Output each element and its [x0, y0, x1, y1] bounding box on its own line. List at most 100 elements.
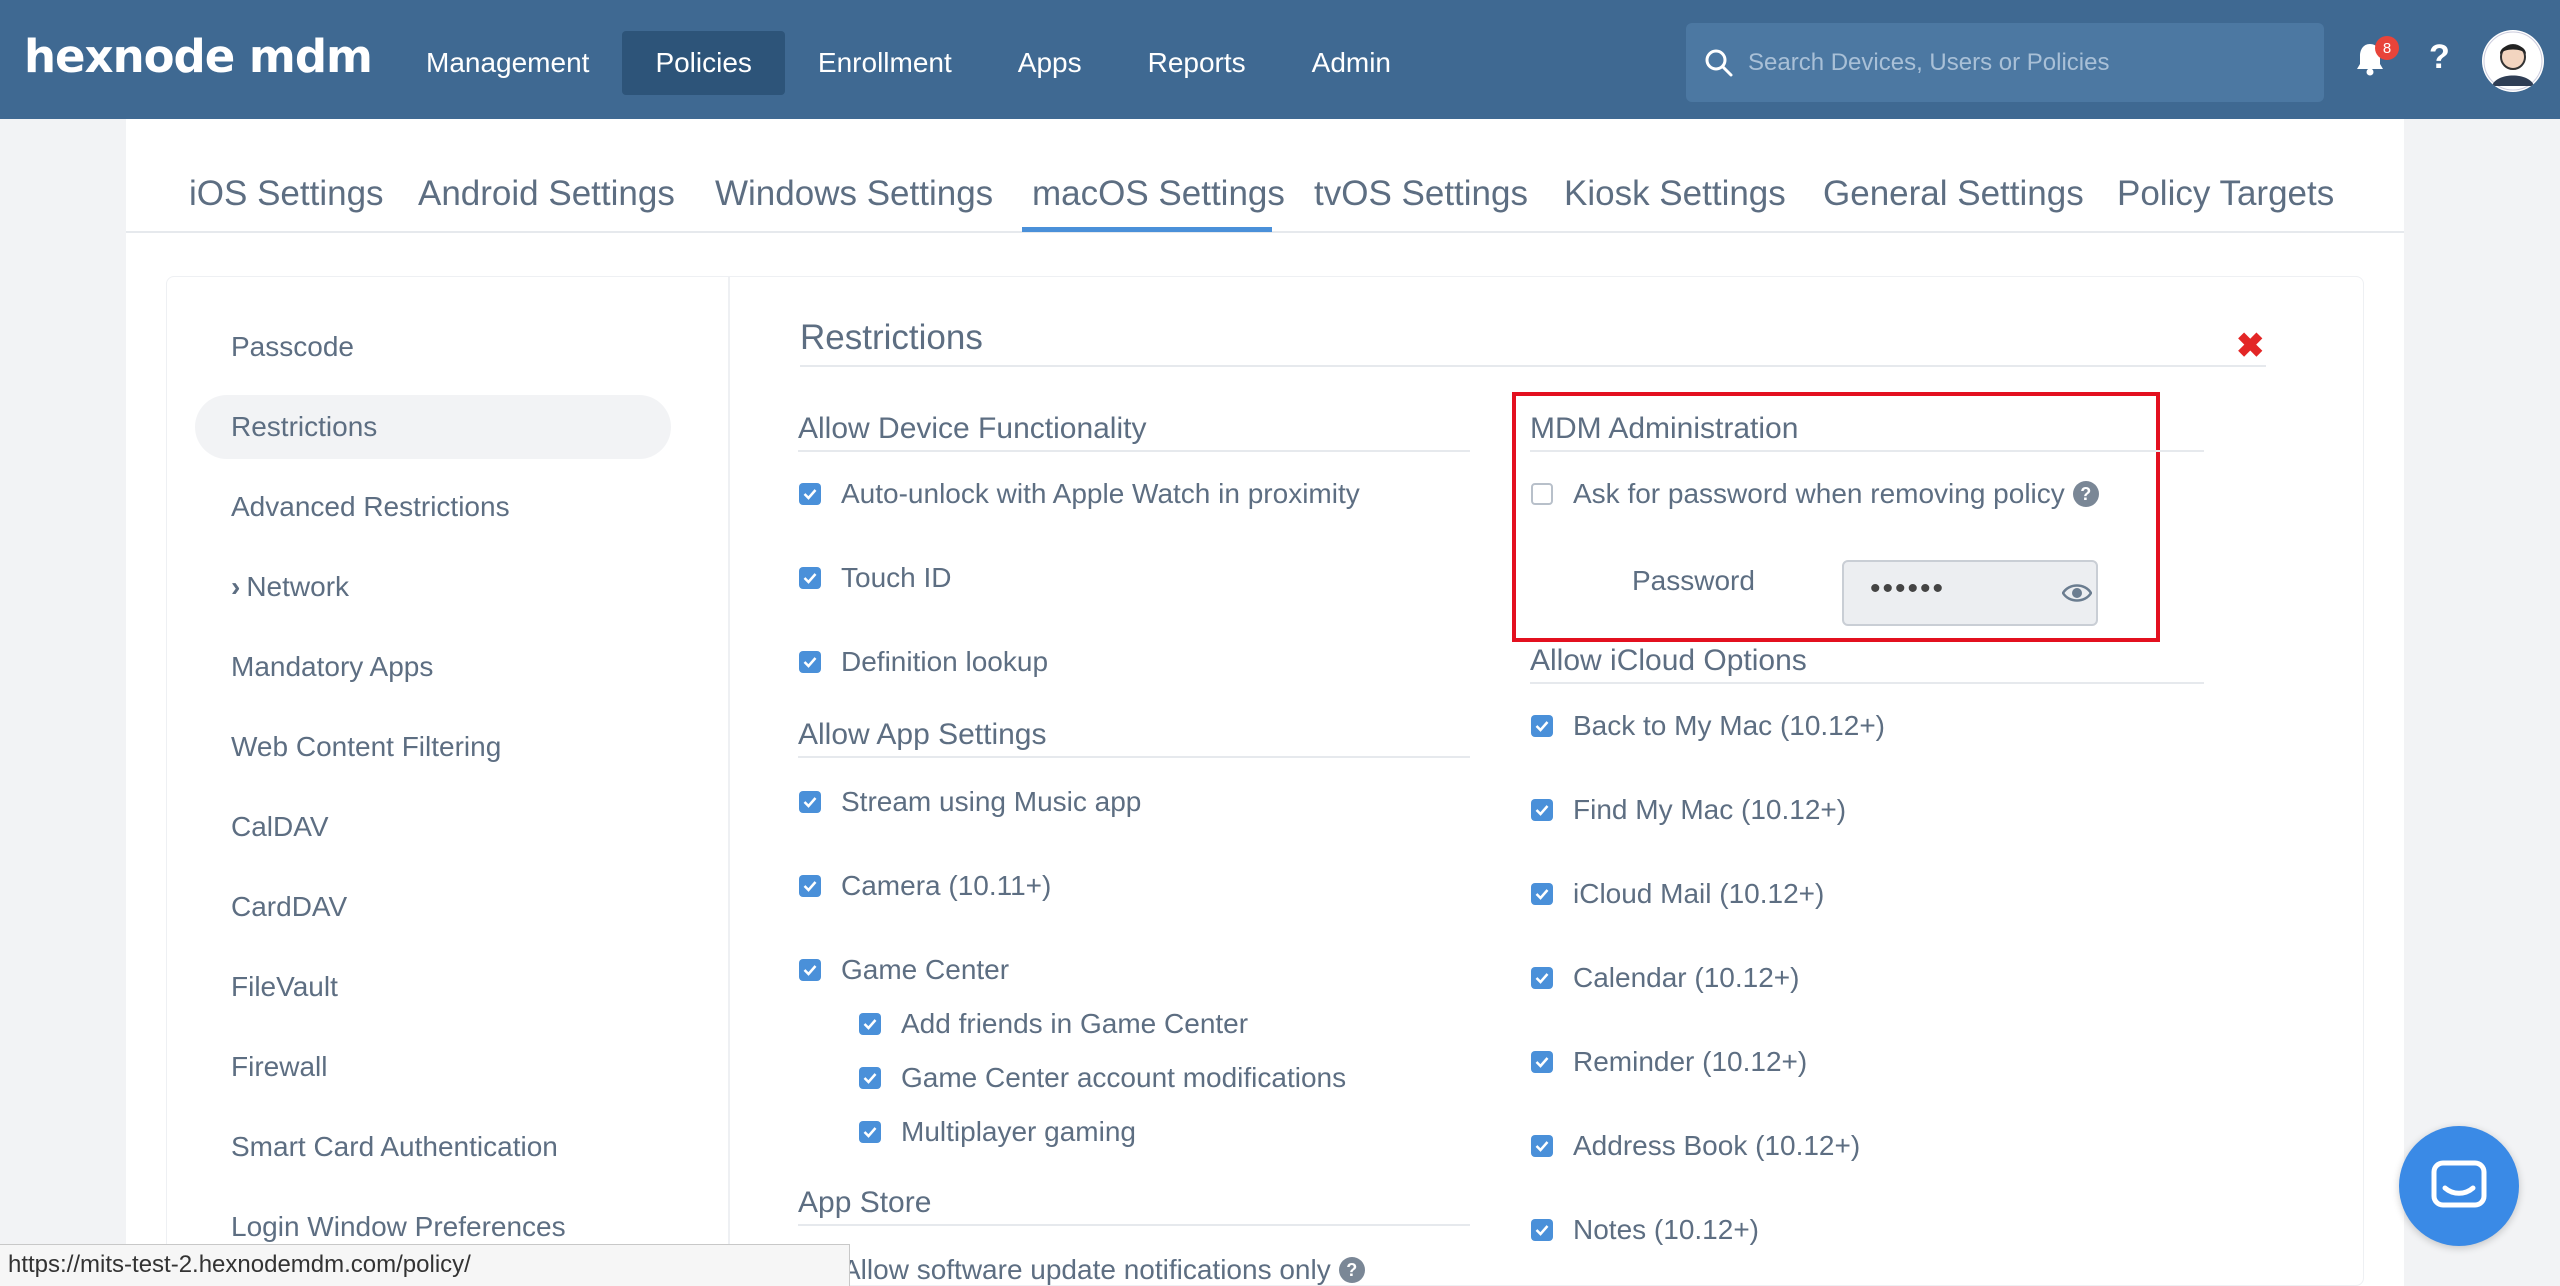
option-label: iCloud Mail (10.12+) [1573, 878, 1825, 909]
tab-tvos-settings[interactable]: tvOS Settings [1314, 174, 1528, 214]
section-device-functionality: Allow Device Functionality [798, 412, 1147, 445]
option-label: Game Center [841, 954, 1010, 985]
tab-windows-settings[interactable]: Windows Settings [715, 174, 993, 214]
option-stream-music[interactable]: Stream using Music app [799, 786, 1141, 818]
option-find-my-mac[interactable]: Find My Mac (10.12+) [1531, 794, 1846, 826]
option-ask-password-removing-policy[interactable]: Ask for password when removing policy? [1531, 478, 2099, 510]
nav-apps[interactable]: Apps [985, 31, 1115, 95]
section-divider [798, 450, 1470, 452]
chat-icon [2431, 1160, 2487, 1208]
close-icon[interactable]: ✖ [2236, 326, 2265, 366]
option-game-center-account-modifications[interactable]: Game Center account modifications [859, 1062, 1346, 1094]
checkbox-checked[interactable] [859, 1121, 881, 1143]
help-icon[interactable]: ? [1338, 1257, 1365, 1283]
chat-button[interactable] [2399, 1126, 2519, 1246]
help-icon[interactable]: ? [2072, 481, 2099, 507]
checkbox-checked[interactable] [799, 875, 821, 897]
search-box [1686, 23, 2324, 102]
sidebar-item-advanced-restrictions[interactable]: Advanced Restrictions [231, 491, 510, 523]
section-divider [798, 756, 1470, 758]
sidebar-item-caldav[interactable]: CalDAV [231, 811, 329, 843]
option-back-to-my-mac[interactable]: Back to My Mac (10.12+) [1531, 710, 1885, 742]
option-camera[interactable]: Camera (10.11+) [799, 870, 1051, 902]
option-software-update-notifications[interactable]: Allow software update notifications only… [842, 1254, 1365, 1286]
tab-android-settings[interactable]: Android Settings [418, 174, 675, 214]
sidebar-item-firewall[interactable]: Firewall [231, 1051, 327, 1083]
option-notes[interactable]: Notes (10.12+) [1531, 1214, 1759, 1246]
option-multiplayer-gaming[interactable]: Multiplayer gaming [859, 1116, 1136, 1148]
checkbox-checked[interactable] [799, 483, 821, 505]
sidebar-item-carddav[interactable]: CardDAV [231, 891, 347, 923]
checkbox-checked[interactable] [1531, 967, 1553, 989]
option-calendar[interactable]: Calendar (10.12+) [1531, 962, 1799, 994]
sidebar-item-mandatory-apps[interactable]: Mandatory Apps [231, 651, 433, 683]
sidebar-item-web-content-filtering[interactable]: Web Content Filtering [231, 731, 501, 763]
help-icon[interactable]: ? [2429, 38, 2450, 77]
checkbox-checked[interactable] [1531, 799, 1553, 821]
hexnode-logo[interactable]: hexnode mdm [24, 30, 373, 83]
checkbox-checked[interactable] [859, 1013, 881, 1035]
password-value: •••••• [1870, 572, 1946, 605]
tab-policy-targets[interactable]: Policy Targets [2117, 174, 2334, 214]
option-label: Multiplayer gaming [901, 1116, 1136, 1147]
section-divider [1530, 682, 2204, 684]
checkbox-unchecked[interactable] [1531, 483, 1553, 505]
sidebar-item-filevault[interactable]: FileVault [231, 971, 338, 1003]
eye-icon[interactable] [2062, 582, 2092, 604]
sidebar-item-restrictions[interactable]: Restrictions [231, 411, 377, 443]
search-input[interactable] [1748, 48, 2308, 77]
option-label: Calendar (10.12+) [1573, 962, 1800, 993]
checkbox-checked[interactable] [1531, 1219, 1553, 1241]
section-app-settings: Allow App Settings [798, 718, 1047, 751]
option-add-friends-game-center[interactable]: Add friends in Game Center [859, 1008, 1248, 1040]
option-label: Notes (10.12+) [1573, 1214, 1759, 1245]
option-icloud-mail[interactable]: iCloud Mail (10.12+) [1531, 878, 1824, 910]
sidebar-item-smart-card-authentication[interactable]: Smart Card Authentication [231, 1131, 558, 1163]
tab-ios-settings[interactable]: iOS Settings [189, 174, 384, 214]
option-label: Ask for password when removing policy [1573, 478, 2065, 509]
section-icloud-options: Allow iCloud Options [1530, 644, 1807, 677]
sidebar-item-login-window-preferences[interactable]: Login Window Preferences [231, 1211, 566, 1243]
nav-policies[interactable]: Policies [622, 31, 785, 95]
option-game-center[interactable]: Game Center [799, 954, 1009, 986]
tab-macos-settings[interactable]: macOS Settings [1032, 174, 1285, 214]
section-app-store: App Store [798, 1186, 932, 1219]
option-address-book[interactable]: Address Book (10.12+) [1531, 1130, 1860, 1162]
avatar[interactable] [2482, 30, 2544, 92]
tab-general-settings[interactable]: General Settings [1823, 174, 2084, 214]
checkbox-checked[interactable] [799, 651, 821, 673]
checkbox-checked[interactable] [859, 1067, 881, 1089]
nav-reports[interactable]: Reports [1115, 31, 1279, 95]
password-field[interactable]: •••••• [1842, 560, 2098, 626]
nav-admin[interactable]: Admin [1279, 31, 1424, 95]
page-title: Restrictions [800, 318, 983, 357]
sidebar-item-network[interactable]: › Network [231, 571, 349, 603]
option-auto-unlock[interactable]: Auto-unlock with Apple Watch in proximit… [799, 478, 1360, 510]
tab-kiosk-settings[interactable]: Kiosk Settings [1564, 174, 1786, 214]
checkbox-checked[interactable] [799, 567, 821, 589]
option-reminder[interactable]: Reminder (10.12+) [1531, 1046, 1807, 1078]
title-divider [800, 365, 2266, 367]
checkbox-checked[interactable] [1531, 715, 1553, 737]
checkbox-checked[interactable] [799, 959, 821, 981]
option-definition-lookup[interactable]: Definition lookup [799, 646, 1048, 678]
section-mdm-administration: MDM Administration [1530, 412, 1799, 445]
nav-management[interactable]: Management [393, 31, 622, 95]
sidebar-item-passcode[interactable]: Passcode [231, 331, 354, 363]
option-label: Definition lookup [841, 646, 1049, 677]
search-icon [1705, 49, 1733, 76]
option-label: Game Center account modifications [901, 1062, 1347, 1093]
checkbox-checked[interactable] [1531, 1051, 1553, 1073]
option-label: Back to My Mac (10.12+) [1573, 710, 1886, 741]
option-touch-id[interactable]: Touch ID [799, 562, 952, 594]
top-navigation-bar: hexnode mdm Management Policies Enrollme… [0, 0, 2560, 119]
option-label: Auto-unlock with Apple Watch in proximit… [841, 478, 1360, 509]
checkbox-checked[interactable] [799, 791, 821, 813]
section-divider [798, 1224, 1470, 1226]
platform-tabs: iOS Settings Android Settings Windows Se… [126, 119, 2404, 233]
nav-enrollment[interactable]: Enrollment [785, 31, 985, 95]
notification-badge: 8 [2375, 36, 2399, 60]
checkbox-checked[interactable] [1531, 1135, 1553, 1157]
option-label: Touch ID [841, 562, 952, 593]
checkbox-checked[interactable] [1531, 883, 1553, 905]
